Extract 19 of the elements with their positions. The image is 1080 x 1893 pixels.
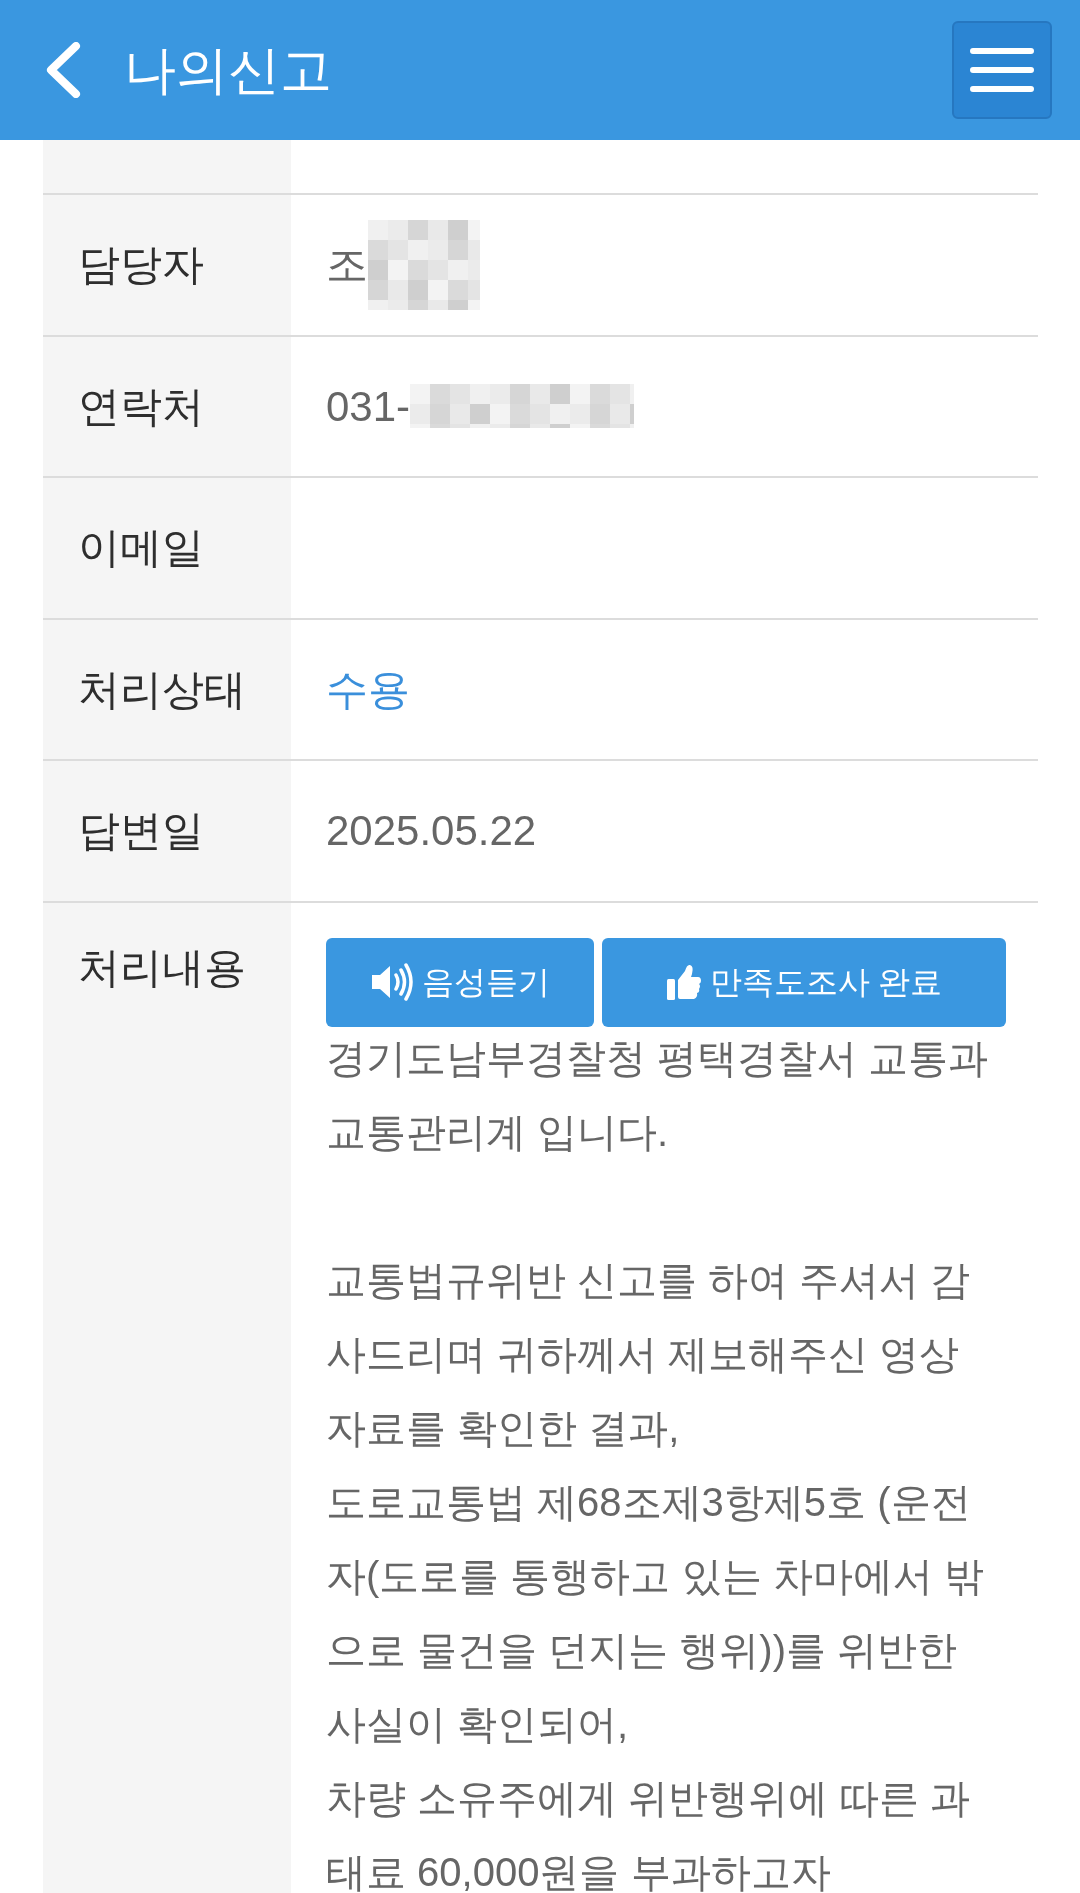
survey-button[interactable]: 만족도조사 완료 (602, 937, 1006, 1027)
back-icon (44, 42, 82, 98)
field-value: 2025.05.22 (326, 806, 537, 857)
speaker-icon (370, 962, 414, 1002)
menu-icon (970, 47, 1034, 93)
field-value: 조 (326, 240, 368, 291)
field-label: 연락처 (43, 336, 291, 476)
field-label: 이메일 (43, 478, 291, 618)
field-label: 처리내용 (43, 902, 291, 1893)
field-label: 담당자 (43, 195, 291, 335)
status-text: 수용 (326, 664, 410, 715)
field-label: 답변일 (43, 761, 291, 901)
page-title: 나의신고 (124, 44, 332, 96)
field-value: 031- (326, 381, 411, 432)
menu-button[interactable] (952, 21, 1052, 119)
reply-text: 경기도남부경찰청 평택경찰서 교통과 교통관리계 입니다. 교통법규위반 신고를 하여 주셔서 감사드리며 귀하께서 제보해주신 영상자료를 확인한 결과, 도로교통법 제68조제3항제5호 (운전자(도로를 통행하고 있는 차마에서 밖으로 물건을 던지는 행위))를 위반한 사실이 확인되어, 차량 소유주에게 위반행위에 따른 과태료 60,000원을 부과하고자 (326, 1034, 990, 1893)
field-label: 처리상태 (43, 619, 291, 759)
thumbs-up-icon (665, 962, 702, 1002)
listen-button[interactable]: 음성듣기 (326, 937, 594, 1027)
